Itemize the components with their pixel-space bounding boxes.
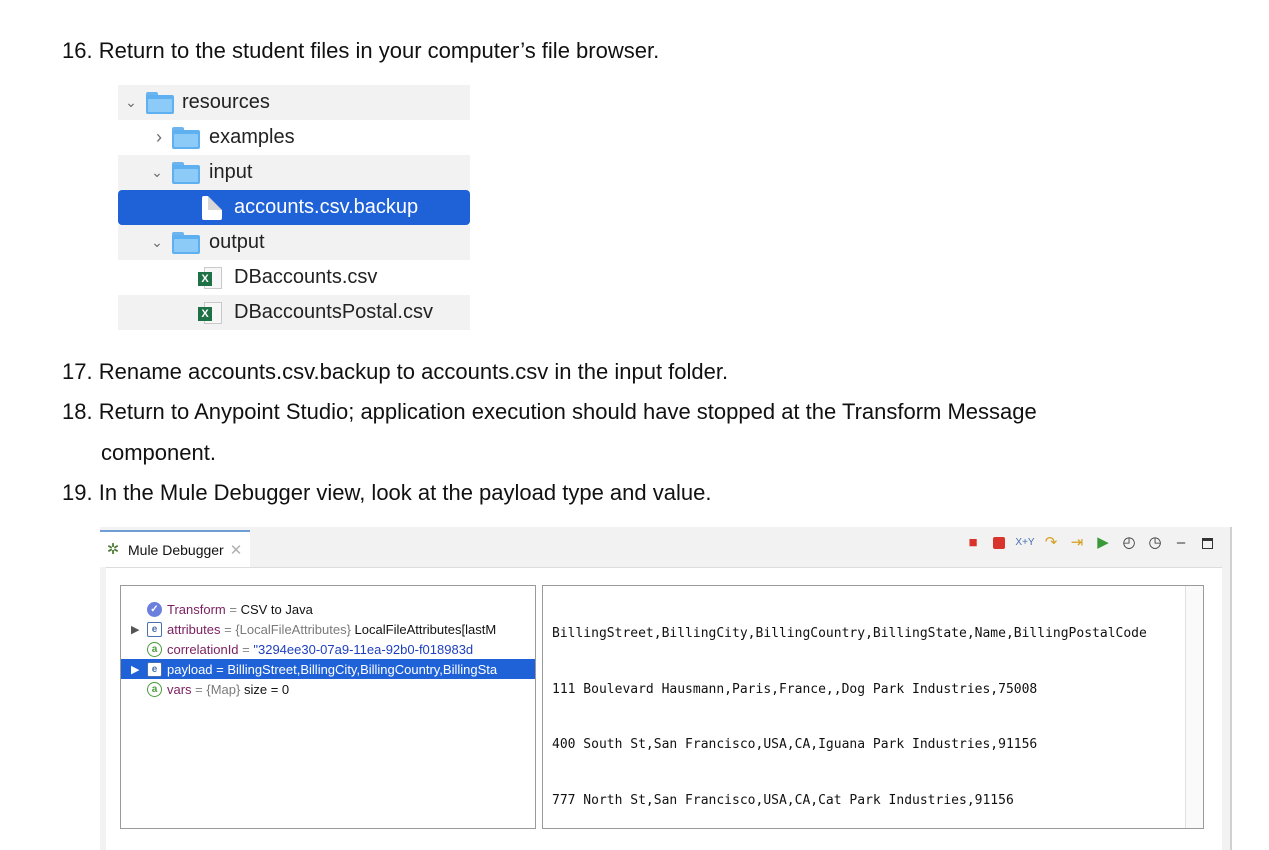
tree-row-dbaccounts[interactable]: X DBaccounts.csv [118,260,470,295]
variable-text: payload = BillingStreet,BillingCity,Bill… [167,662,497,677]
variable-equals: = [220,621,236,637]
tree-row-label: accounts.csv.backup [234,196,419,218]
file-browser-tree: ⌄ resources › examples ⌄ input accounts.… [118,85,470,330]
tree-row-label: resources [182,91,270,113]
tree-row-accounts-backup[interactable]: accounts.csv.backup [118,190,470,225]
tree-row-input[interactable]: ⌄ input [118,155,470,190]
variables-tree[interactable]: ✓ Transform = CSV to Java ▶ e attributes… [120,585,536,829]
tree-row-label: input [209,161,253,183]
variable-equals: = [212,661,228,677]
tree-row-examples[interactable]: › examples [118,120,470,155]
payload-line: 400 South St,San Francisco,USA,CA,Iguana… [552,737,1038,752]
spreadsheet-icon: X [198,301,222,324]
variable-name: correlationId [167,641,239,657]
step-number: 16. [62,38,93,63]
attribute-icon: a [147,681,162,697]
variable-row-attributes[interactable]: ▶ e attributes = {LocalFileAttributes} L… [121,619,535,639]
variable-name: Transform [167,601,226,617]
debugger-toolbar: ■ X+Y ↷ ⇥ ▶ ◴ ◷ – [964,534,1216,552]
variable-equals: = [191,681,207,697]
variable-text: Transform = CSV to Java [167,602,313,617]
chevron-right-icon[interactable]: › [152,127,166,147]
variable-type: {LocalFileAttributes} [235,621,355,637]
tree-row-label: examples [209,126,295,148]
variable-row-payload[interactable]: ▶ e payload = BillingStreet,BillingCity,… [121,659,535,679]
step-number: 18. [62,399,93,424]
variable-name: vars [167,681,192,697]
tree-row-output[interactable]: ⌄ output [118,225,470,260]
attribute-icon: a [147,641,162,657]
tree-row-label: output [209,231,265,253]
step-text: Rename accounts.csv.backup to accounts.c… [98,359,729,384]
step-text: Return to Anypoint Studio; application e… [98,399,1037,424]
variable-name: attributes [167,621,221,637]
evaluate-expression-icon[interactable]: X+Y [1015,534,1034,552]
step-over-icon[interactable]: ↷ [1042,534,1060,552]
payload-line: 777 North St,San Francisco,USA,CA,Cat Pa… [552,792,1014,808]
debugger-content: ✓ Transform = CSV to Java ▶ e attributes… [106,567,1222,850]
step-number: 19. [62,480,93,505]
step-19: 19. In the Mule Debugger view, look at t… [62,480,711,506]
variable-text: attributes = {LocalFileAttributes} Local… [167,622,496,637]
step-17: 17. Rename accounts.csv.backup to accoun… [62,359,728,385]
panel-header: ✲ Mule Debugger ✕ ■ X+Y ↷ ⇥ ▶ ◴ ◷ – [100,527,1230,567]
variable-name: payload [167,661,213,677]
vertical-scrollbar[interactable] [1185,586,1203,828]
resume-icon[interactable]: ▶ [1094,534,1112,552]
spreadsheet-icon: X [198,266,222,289]
variable-text: vars = {Map} size = 0 [167,682,289,697]
tree-row-dbaccountspostal[interactable]: X DBaccountsPostal.csv [118,295,470,330]
variable-text: correlationId = "3294ee30-07a9-11ea-92b0… [167,642,473,657]
bug-icon: ✲ [106,540,120,558]
variable-row-correlationid[interactable]: a correlationId = "3294ee30-07a9-11ea-92… [121,639,535,659]
expand-icon[interactable]: ▶ [131,623,143,636]
tab-label: Mule Debugger [128,541,224,558]
step-18-continued: component. [101,440,216,465]
tree-row-label: DBaccounts.csv [234,266,378,288]
object-icon: e [147,621,162,637]
stop-icon[interactable] [990,534,1008,552]
variable-type: {Map} [206,681,244,697]
step-18: 18. Return to Anypoint Studio; applicati… [62,399,1037,425]
clock-icon[interactable]: ◴ [1120,534,1138,552]
step-16: 16. Return to the student files in your … [62,38,659,64]
step-text: Return to the student files in your comp… [98,38,660,63]
payload-value-viewer[interactable]: BillingStreet,BillingCity,BillingCountry… [542,585,1204,829]
variable-equals: = [225,601,241,617]
payload-line: BillingStreet,BillingCity,BillingCountry… [552,626,1147,641]
chevron-down-icon[interactable]: ⌄ [150,164,164,180]
object-icon: e [147,661,162,677]
step-number: 17. [62,359,93,384]
folder-icon [172,231,200,254]
payload-value-text: BillingStreet,BillingCity,BillingCountry… [552,588,1147,828]
folder-icon [172,161,200,184]
maximize-icon[interactable] [1198,534,1216,552]
variable-equals: = [238,641,254,657]
clock-alert-icon[interactable]: ◷ [1146,534,1164,552]
variable-value: "3294ee30-07a9-11ea-92b0-f018983d [253,641,474,657]
chevron-down-icon[interactable]: ⌄ [150,234,164,250]
tree-row-label: DBaccountsPostal.csv [234,301,433,323]
document-icon [202,195,222,220]
variable-value: LocalFileAttributes[lastM [354,621,497,637]
step-text: In the Mule Debugger view, look at the p… [98,480,712,505]
chevron-down-icon[interactable]: ⌄ [124,94,138,110]
variable-value: size = 0 [243,681,290,697]
disconnect-icon[interactable]: ■ [964,534,982,552]
variable-row-transform[interactable]: ✓ Transform = CSV to Java [121,599,535,619]
mule-debugger-panel: ✲ Mule Debugger ✕ ■ X+Y ↷ ⇥ ▶ ◴ ◷ – ✓ Tr… [100,527,1232,850]
minimize-icon[interactable]: – [1172,534,1190,552]
variable-value: CSV to Java [240,601,313,617]
tree-row-resources[interactable]: ⌄ resources [118,85,470,120]
close-icon[interactable]: ✕ [230,541,243,559]
step-into-icon[interactable]: ⇥ [1068,534,1086,552]
folder-icon [172,126,200,149]
payload-line: 111 Boulevard Hausmann,Paris,France,,Dog… [552,681,1038,697]
variable-row-vars[interactable]: a vars = {Map} size = 0 [121,679,535,699]
tab-mule-debugger[interactable]: ✲ Mule Debugger ✕ [100,530,250,567]
expand-icon[interactable]: ▶ [131,663,143,676]
processor-icon: ✓ [147,601,162,617]
folder-icon [146,91,174,114]
variable-value: BillingStreet,BillingCity,BillingCountry… [227,661,498,677]
